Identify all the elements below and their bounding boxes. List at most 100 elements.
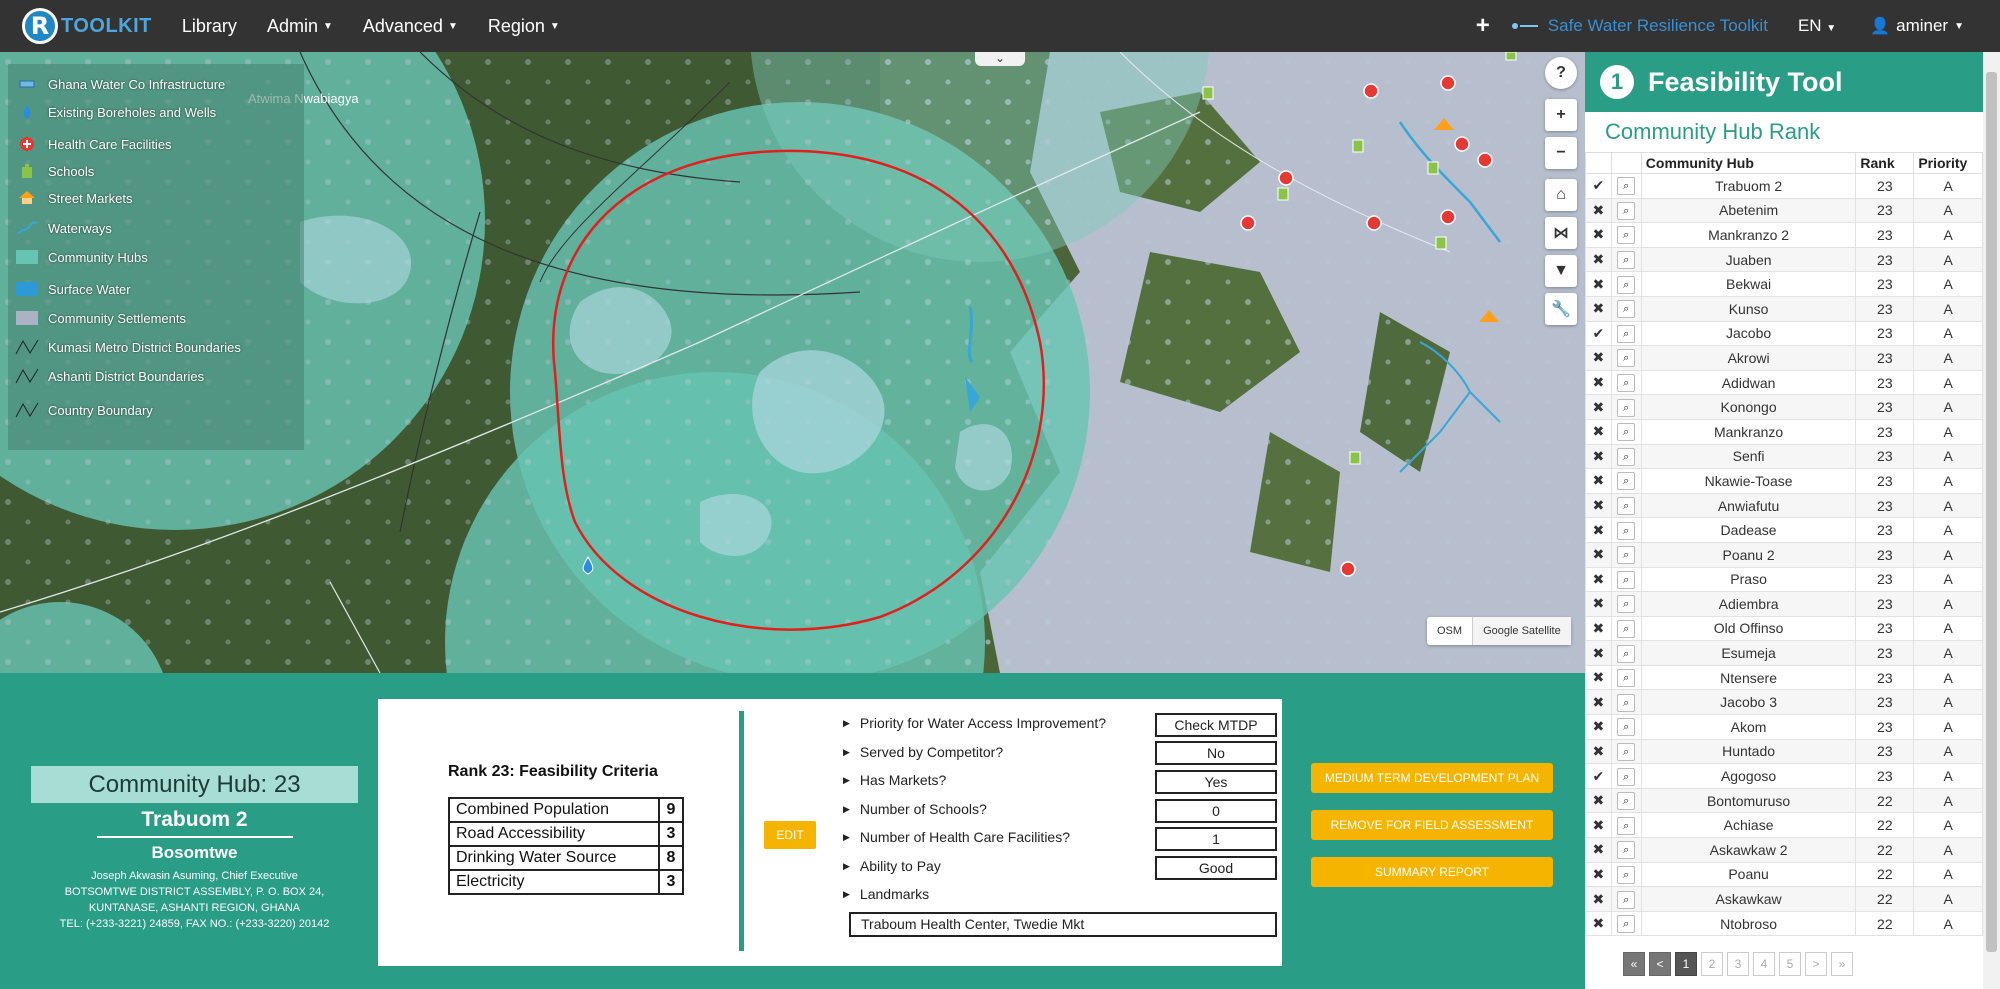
hub-name-cell[interactable]: Mankranzo bbox=[1640, 418, 1857, 445]
zoom-to-icon[interactable]: ⌕ bbox=[1617, 497, 1636, 516]
hub-name-cell[interactable]: Ntobroso bbox=[1640, 910, 1857, 937]
hub-name-cell[interactable]: Jacobo bbox=[1640, 320, 1857, 347]
table-row[interactable]: ✖ ⌕ Poanu 2 23 A bbox=[1585, 541, 1983, 568]
user-menu[interactable]: 👤 aminer ▼ bbox=[1870, 16, 1964, 36]
table-row[interactable]: ✖ ⌕ Askawkaw 2 22 A bbox=[1585, 837, 1983, 863]
basemap-osm[interactable]: OSM bbox=[1427, 617, 1472, 645]
hub-name-cell[interactable]: Praso bbox=[1640, 566, 1857, 593]
table-row[interactable]: ✖ ⌕ Nkawie-Toase 23 A bbox=[1585, 468, 1983, 494]
zoom-to-icon[interactable]: ⌕ bbox=[1617, 349, 1636, 368]
table-row[interactable]: ✔ ⌕ Jacobo 23 A bbox=[1585, 320, 1983, 347]
question-row[interactable]: ▶ Ability to Pay bbox=[843, 858, 941, 874]
legend-item[interactable]: Existing Boreholes and Wells bbox=[14, 102, 216, 122]
table-row[interactable]: ✖ ⌕ Poanu 22 A bbox=[1585, 861, 1983, 888]
table-row[interactable]: ✖ ⌕ Jacobo 3 23 A bbox=[1585, 689, 1983, 716]
answer-field[interactable]: Yes bbox=[1155, 770, 1277, 794]
table-row[interactable]: ✖ ⌕ Ntobroso 22 A bbox=[1585, 910, 1983, 937]
cross-icon[interactable]: ✖ bbox=[1585, 689, 1612, 716]
zoom-to-icon[interactable]: ⌕ bbox=[1617, 546, 1636, 565]
cross-icon[interactable]: ✖ bbox=[1585, 541, 1612, 568]
filter-icon[interactable]: ▼ bbox=[1545, 255, 1577, 287]
zoom-to-icon[interactable]: ⌕ bbox=[1617, 693, 1636, 712]
cross-icon[interactable]: ✖ bbox=[1585, 418, 1612, 445]
landmarks-input[interactable]: Traboum Health Center, Twedie Mkt bbox=[849, 912, 1277, 937]
page-button[interactable]: 5 bbox=[1779, 952, 1801, 976]
cross-icon[interactable]: ✖ bbox=[1585, 197, 1612, 224]
page-button[interactable]: > bbox=[1805, 952, 1827, 976]
zoom-to-icon[interactable]: ⌕ bbox=[1617, 324, 1636, 343]
zoom-to-icon[interactable]: ⌕ bbox=[1617, 644, 1636, 663]
cross-icon[interactable]: ✖ bbox=[1585, 738, 1612, 765]
zoom-to-icon[interactable]: ⌕ bbox=[1617, 300, 1636, 319]
cross-icon[interactable]: ✖ bbox=[1585, 910, 1612, 937]
hub-name-cell[interactable]: Akom bbox=[1640, 714, 1857, 740]
cross-icon[interactable]: ✖ bbox=[1585, 714, 1612, 740]
zoom-to-icon[interactable]: ⌕ bbox=[1617, 915, 1636, 934]
page-button[interactable]: 1 bbox=[1675, 952, 1697, 976]
table-row[interactable]: ✖ ⌕ Huntado 23 A bbox=[1585, 738, 1983, 765]
header-rank[interactable]: Rank bbox=[1855, 152, 1915, 174]
zoom-to-icon[interactable]: ⌕ bbox=[1617, 398, 1636, 417]
table-row[interactable]: ✖ ⌕ Akom 23 A bbox=[1585, 714, 1983, 740]
cross-icon[interactable]: ✖ bbox=[1585, 664, 1612, 691]
wrench-icon[interactable]: 🔧 bbox=[1545, 293, 1577, 325]
zoom-to-icon[interactable]: ⌕ bbox=[1617, 865, 1636, 884]
nav-region[interactable]: Region ▼ bbox=[488, 16, 560, 37]
cross-icon[interactable]: ✖ bbox=[1585, 271, 1612, 297]
nav-admin[interactable]: Admin ▼ bbox=[267, 16, 333, 37]
zoom-in-icon[interactable]: + bbox=[1545, 99, 1577, 131]
share-icon[interactable]: ⋈ bbox=[1545, 217, 1577, 249]
cross-icon[interactable]: ✖ bbox=[1585, 787, 1612, 814]
edit-button[interactable]: EDIT bbox=[764, 821, 816, 849]
hub-name-cell[interactable]: Achiase bbox=[1640, 812, 1857, 839]
cross-icon[interactable]: ✖ bbox=[1585, 222, 1612, 248]
summary-report-button[interactable]: SUMMARY REPORT bbox=[1311, 857, 1553, 887]
map-view[interactable]: Atwima Nwabiagya ⌄ Ghana Water Co Infras… bbox=[0, 52, 1585, 673]
cross-icon[interactable]: ✖ bbox=[1585, 246, 1612, 273]
answer-field[interactable]: 1 bbox=[1155, 827, 1277, 851]
hub-name-cell[interactable]: Akrowi bbox=[1640, 345, 1857, 371]
hub-name-cell[interactable]: Huntado bbox=[1640, 738, 1857, 765]
hub-name-cell[interactable]: Trabuom 2 bbox=[1640, 173, 1857, 199]
header-community-hub[interactable]: Community Hub bbox=[1640, 152, 1857, 174]
table-row[interactable]: ✖ ⌕ Adidwan 23 A bbox=[1585, 369, 1983, 396]
legend-item[interactable]: Street Markets bbox=[14, 188, 133, 208]
question-row[interactable]: ▶ Priority for Water Access Improvement? bbox=[843, 715, 1106, 731]
zoom-to-icon[interactable]: ⌕ bbox=[1617, 374, 1636, 393]
hub-name-cell[interactable]: Adiembra bbox=[1640, 591, 1857, 617]
legend-item[interactable]: Community Settlements bbox=[14, 308, 186, 328]
hub-name-cell[interactable]: Anwiafutu bbox=[1640, 492, 1857, 519]
zoom-to-icon[interactable]: ⌕ bbox=[1617, 619, 1636, 638]
zoom-to-icon[interactable]: ⌕ bbox=[1617, 742, 1636, 761]
language-dropdown[interactable]: EN ▼ bbox=[1798, 16, 1836, 36]
table-row[interactable]: ✖ ⌕ Praso 23 A bbox=[1585, 566, 1983, 593]
zoom-to-icon[interactable]: ⌕ bbox=[1617, 890, 1636, 909]
table-row[interactable]: ✖ ⌕ Adiembra 23 A bbox=[1585, 591, 1983, 617]
table-row[interactable]: ✖ ⌕ Abetenim 23 A bbox=[1585, 197, 1983, 224]
table-row[interactable]: ✔ ⌕ Trabuom 2 23 A bbox=[1585, 173, 1983, 199]
legend-item[interactable]: Schools bbox=[14, 161, 94, 181]
page-button[interactable]: 2 bbox=[1701, 952, 1723, 976]
zoom-to-icon[interactable]: ⌕ bbox=[1617, 792, 1636, 811]
header-priority[interactable]: Priority bbox=[1913, 152, 1983, 174]
add-plus-icon[interactable]: + bbox=[1476, 12, 1490, 40]
cross-icon[interactable]: ✖ bbox=[1585, 345, 1612, 371]
cross-icon[interactable]: ✖ bbox=[1585, 468, 1612, 494]
hub-name-cell[interactable]: Mankranzo 2 bbox=[1640, 222, 1857, 248]
brand-logo[interactable]: R TOOLKIT bbox=[22, 0, 152, 52]
zoom-out-icon[interactable]: − bbox=[1545, 137, 1577, 169]
cross-icon[interactable]: ✖ bbox=[1585, 812, 1612, 839]
zoom-to-icon[interactable]: ⌕ bbox=[1617, 570, 1636, 589]
zoom-to-icon[interactable]: ⌕ bbox=[1617, 472, 1636, 491]
table-row[interactable]: ✖ ⌕ Anwiafutu 23 A bbox=[1585, 492, 1983, 519]
home-icon[interactable]: ⌂ bbox=[1545, 179, 1577, 211]
collapse-chevron-icon[interactable]: ⌄ bbox=[975, 52, 1025, 66]
cross-icon[interactable]: ✖ bbox=[1585, 861, 1612, 888]
zoom-to-icon[interactable]: ⌕ bbox=[1617, 595, 1636, 614]
zoom-to-icon[interactable]: ⌕ bbox=[1617, 718, 1636, 737]
nav-advanced[interactable]: Advanced ▼ bbox=[363, 16, 458, 37]
hub-name-cell[interactable]: Konongo bbox=[1640, 394, 1857, 420]
check-icon[interactable]: ✔ bbox=[1585, 173, 1612, 199]
hub-name-cell[interactable]: Poanu 2 bbox=[1640, 541, 1857, 568]
zoom-to-icon[interactable]: ⌕ bbox=[1617, 251, 1636, 270]
